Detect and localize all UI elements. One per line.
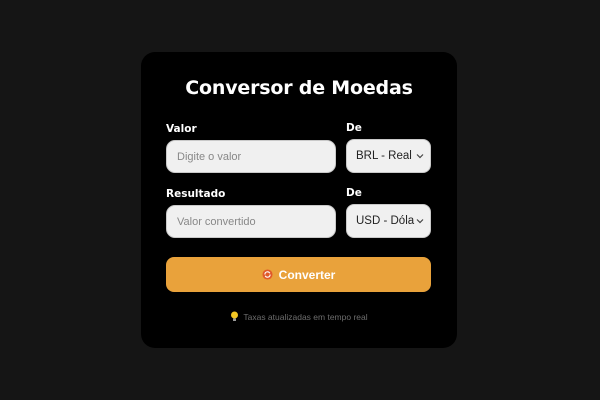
convert-button[interactable]: Converter bbox=[166, 257, 431, 292]
lightbulb-icon bbox=[231, 311, 239, 321]
rates-note-text: Taxas atualizadas em tempo real bbox=[243, 311, 368, 322]
from-currency-label: De bbox=[346, 122, 362, 134]
convert-button-label: Converter bbox=[278, 267, 336, 282]
converter-card: Conversor de Moedas Valor De BRL - Real … bbox=[141, 52, 457, 348]
from-currency-value: BRL - Real bbox=[356, 150, 412, 162]
to-currency-select[interactable]: USD - Dóla bbox=[346, 204, 431, 238]
chevron-down-icon bbox=[416, 154, 424, 159]
from-currency-select[interactable]: BRL - Real bbox=[346, 139, 431, 173]
value-input[interactable] bbox=[166, 140, 336, 173]
refresh-icon bbox=[262, 269, 273, 280]
result-output[interactable] bbox=[166, 205, 336, 238]
rates-note: Taxas atualizadas em tempo real bbox=[141, 311, 457, 322]
to-currency-value: USD - Dóla bbox=[356, 215, 415, 227]
result-label: Resultado bbox=[166, 188, 226, 200]
value-label: Valor bbox=[166, 123, 197, 135]
to-currency-label: De bbox=[346, 187, 362, 199]
chevron-down-icon bbox=[416, 219, 424, 224]
page-title: Conversor de Moedas bbox=[185, 77, 413, 99]
